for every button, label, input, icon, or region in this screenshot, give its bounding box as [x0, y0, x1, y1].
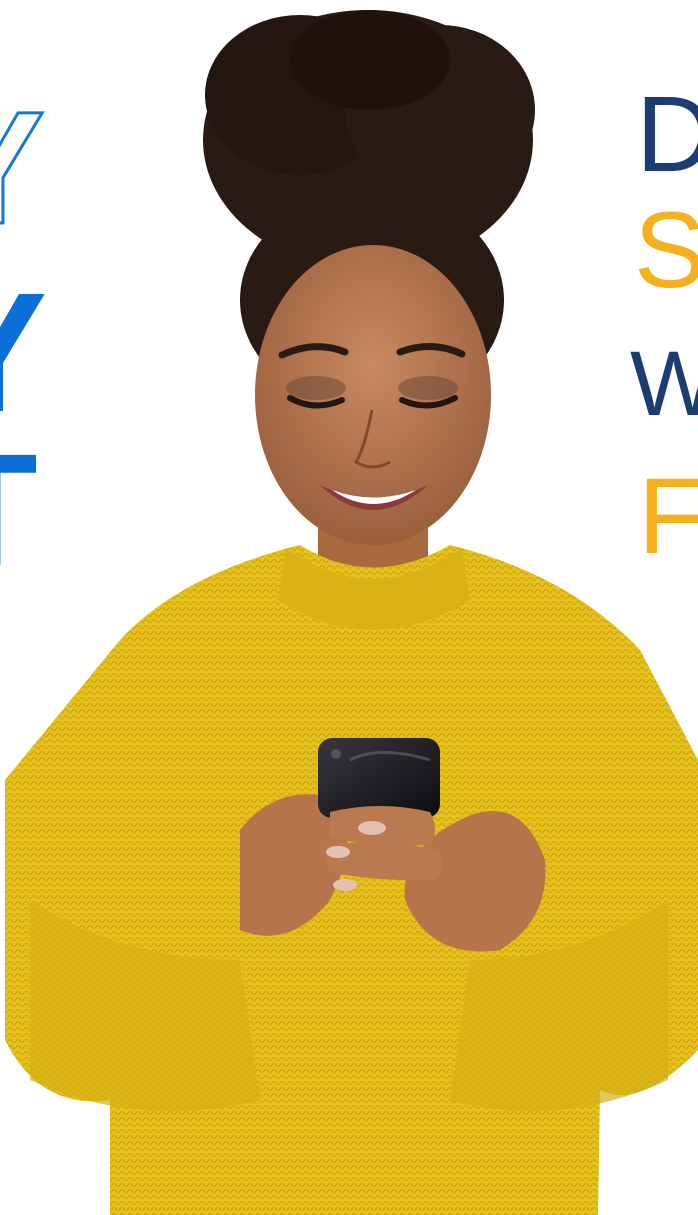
woman-photo	[5, 10, 698, 1215]
phone	[318, 738, 440, 818]
ad-page: Y Y T D S W F	[0, 0, 698, 1215]
